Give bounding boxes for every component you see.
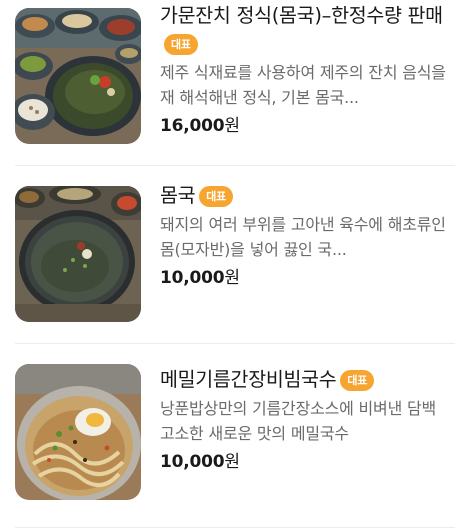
- menu-item[interactable]: 몸국 대표 돼지의 여러 부위를 고아낸 육수에 해초류인 몸(모자반)을 넣어 …: [15, 166, 455, 344]
- menu-item-price: 16,000원: [160, 113, 455, 139]
- menu-list: 가문잔치 정식(몸국)–한정수량 판매대표 제주 식재료를 사용하여 제주의 잔…: [0, 0, 467, 528]
- menu-item-name-text: 몸국: [160, 184, 196, 207]
- price-unit: 원: [224, 116, 240, 136]
- menu-item-name: 몸국 대표: [160, 182, 455, 210]
- menu-item-description: 낭푼밥상만의 기름간장소스에 비벼낸 담백 고소한 새로운 맛의 메밀국수: [160, 399, 437, 443]
- menu-item-photo[interactable]: [15, 364, 141, 500]
- menu-item[interactable]: 메밀기름간장비빔국수 대표 낭푼밥상만의 기름간장소스에 비벼낸 담백 고소한 새…: [15, 344, 455, 528]
- signature-badge: 대표: [340, 370, 375, 391]
- menu-item-description: 제주 식재료를 사용하여 제주의 잔치 음식을 재 해석해낸 정식, 기본 몸국…: [160, 63, 446, 107]
- food-photo-icon: [15, 186, 141, 322]
- price-unit: 원: [224, 452, 240, 472]
- menu-item-info: 가문잔치 정식(몸국)–한정수량 판매대표 제주 식재료를 사용하여 제주의 잔…: [160, 2, 455, 139]
- menu-item-price: 10,000원: [160, 265, 455, 291]
- menu-item-info: 몸국 대표 돼지의 여러 부위를 고아낸 육수에 해초류인 몸(모자반)을 넣어 …: [160, 182, 455, 291]
- menu-item-name-text: 가문잔치 정식(몸국)–한정수량 판매: [160, 4, 443, 27]
- food-photo-icon: [15, 364, 141, 500]
- price-amount: 10,000: [160, 452, 225, 472]
- menu-item-name-text: 메밀기름간장비빔국수: [160, 368, 337, 391]
- menu-item-photo[interactable]: [15, 8, 141, 144]
- menu-item-description: 돼지의 여러 부위를 고아낸 육수에 해초류인 몸(모자반)을 넣어 끓인 국.…: [160, 215, 446, 259]
- price-unit: 원: [224, 268, 240, 288]
- menu-item-price: 10,000원: [160, 449, 455, 475]
- signature-badge: 대표: [164, 34, 198, 55]
- menu-item-photo[interactable]: [15, 186, 141, 322]
- menu-item-name: 가문잔치 정식(몸국)–한정수량 판매대표: [160, 2, 455, 58]
- price-amount: 16,000: [160, 116, 225, 136]
- food-photo-icon: [15, 8, 141, 144]
- signature-badge: 대표: [199, 186, 233, 207]
- price-amount: 10,000: [160, 268, 225, 288]
- menu-item[interactable]: 가문잔치 정식(몸국)–한정수량 판매대표 제주 식재료를 사용하여 제주의 잔…: [15, 0, 455, 166]
- menu-item-name: 메밀기름간장비빔국수 대표: [160, 366, 455, 394]
- menu-item-info: 메밀기름간장비빔국수 대표 낭푼밥상만의 기름간장소스에 비벼낸 담백 고소한 새…: [160, 366, 455, 475]
